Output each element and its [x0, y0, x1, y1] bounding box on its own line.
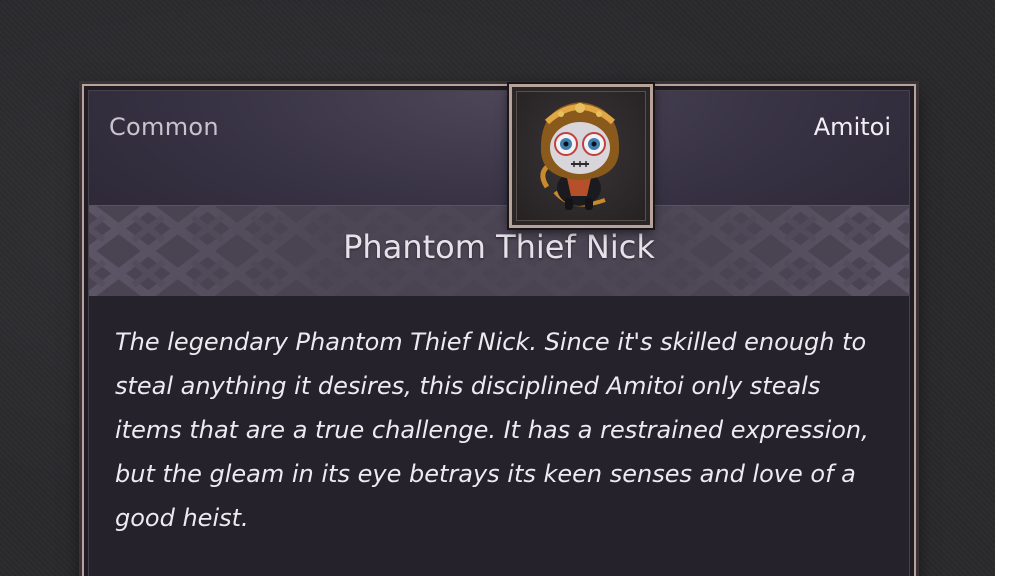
item-description-area: The legendary Phantom Thief Nick. Since … [89, 296, 909, 576]
item-portrait [516, 91, 646, 221]
item-category: Amitoi [813, 113, 891, 141]
item-header: Common Amitoi [89, 91, 909, 203]
item-portrait-frame [509, 84, 653, 228]
item-name-band: Phantom Thief Nick [89, 205, 909, 297]
item-tooltip-card: Common Amitoi Phantom Thief Nick The leg… [82, 84, 916, 576]
game-background: Common Amitoi Phantom Thief Nick The leg… [0, 0, 995, 576]
item-tooltip-inner: Common Amitoi Phantom Thief Nick The leg… [88, 90, 910, 576]
amitoi-portrait-icon [540, 102, 620, 210]
item-rarity: Common [109, 113, 219, 141]
item-description: The legendary Phantom Thief Nick. Since … [115, 328, 869, 532]
item-name: Phantom Thief Nick [343, 228, 655, 266]
